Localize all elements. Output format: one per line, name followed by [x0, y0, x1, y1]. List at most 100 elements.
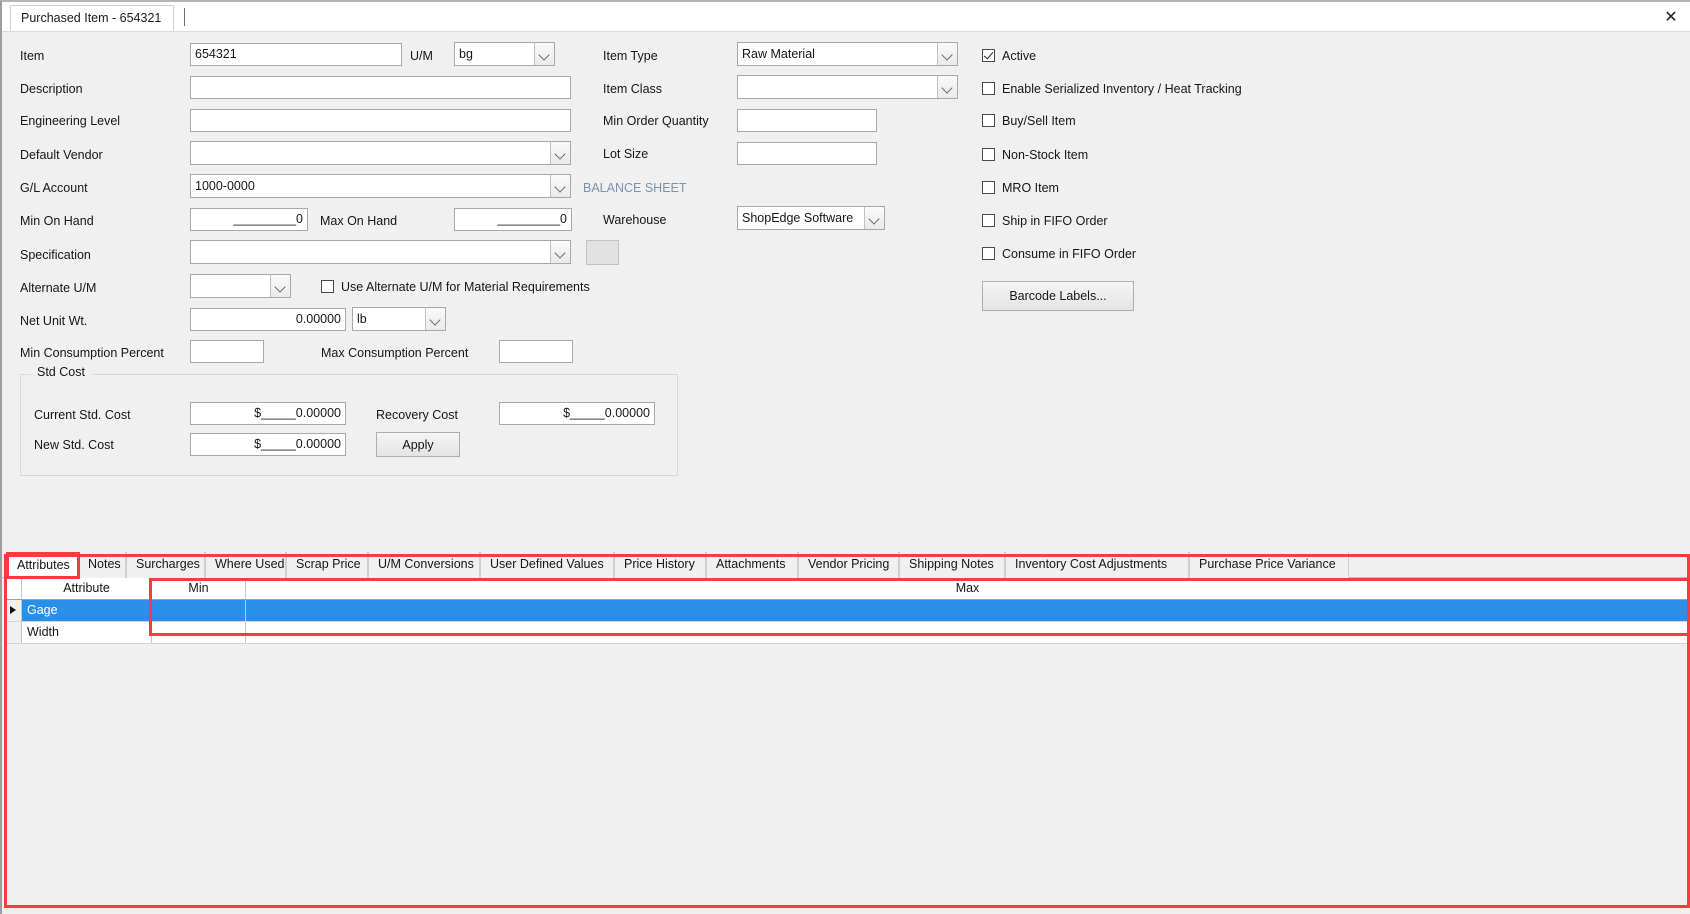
tab-purchase-price-variance[interactable]: Purchase Price Variance: [1189, 552, 1349, 578]
current-std-cost-input[interactable]: $_____0.00000: [190, 402, 346, 425]
net-unit-wt-input[interactable]: 0.00000: [190, 308, 346, 331]
tab-notes-label: Notes: [88, 557, 121, 571]
default-vendor-combobox[interactable]: [190, 141, 571, 165]
lot-size-label: Lot Size: [603, 147, 649, 161]
barcode-labels-button[interactable]: Barcode Labels...: [982, 281, 1134, 311]
max-on-hand-input[interactable]: _________0: [454, 208, 572, 231]
lot-size-input[interactable]: [737, 142, 877, 165]
min-consumption-percent-input[interactable]: [190, 340, 264, 363]
cell-max[interactable]: [246, 600, 1690, 621]
tab-inventory-cost-adjustments-label: Inventory Cost Adjustments: [1015, 557, 1168, 571]
tab-price-history[interactable]: Price History: [614, 552, 706, 578]
checkbox-icon[interactable]: [321, 280, 334, 293]
tab-attachments-label: Attachments: [716, 557, 786, 571]
tab-inventory-cost-adjustments[interactable]: Inventory Cost Adjustments: [1005, 552, 1189, 578]
cell-attribute[interactable]: Width: [22, 622, 152, 643]
table-row[interactable]: Gage: [4, 600, 1690, 622]
tab-shipping-notes[interactable]: Shipping Notes: [899, 552, 1005, 578]
checkbox-non-stock-item[interactable]: Non-Stock Item: [982, 146, 1088, 164]
chevron-down-icon[interactable]: [425, 308, 445, 330]
warehouse-combobox[interactable]: ShopEdge Software: [737, 206, 885, 230]
tab-attributes[interactable]: Attributes: [7, 552, 78, 578]
specification-label: Specification: [20, 248, 91, 262]
gl-account-label: G/L Account: [20, 181, 88, 195]
grid-header-row: Attribute Min Max: [4, 578, 1690, 600]
gl-account-combobox[interactable]: 1000-0000: [190, 174, 571, 198]
checkbox-mro-item[interactable]: MRO Item: [982, 179, 1059, 197]
checkbox-icon[interactable]: [982, 114, 995, 127]
tab-surcharges[interactable]: Surcharges: [126, 552, 205, 578]
tab-text-caret: [184, 8, 185, 26]
tab-attributes-label: Attributes: [17, 558, 70, 572]
chevron-down-icon[interactable]: [550, 241, 570, 263]
tab-user-defined-values[interactable]: User Defined Values: [480, 552, 614, 578]
cell-min[interactable]: [152, 622, 246, 643]
checkbox-consume-in-fifo-order-label: Consume in FIFO Order: [1002, 247, 1137, 261]
tab-notes[interactable]: Notes: [78, 552, 126, 578]
tab-vendor-pricing[interactable]: Vendor Pricing: [798, 552, 899, 578]
chevron-down-icon[interactable]: [937, 76, 957, 98]
item-input[interactable]: 654321: [190, 43, 402, 66]
close-icon[interactable]: ✕: [1660, 6, 1682, 28]
checkbox-active[interactable]: Active: [982, 47, 1036, 65]
checkbox-enable-serialized-inventory-label: Enable Serialized Inventory / Heat Track…: [1002, 82, 1242, 96]
engineering-level-input[interactable]: [190, 109, 571, 132]
um-label: U/M: [410, 49, 433, 63]
document-tab-purchased-item[interactable]: Purchased Item - 654321: [10, 5, 175, 31]
checkbox-buy-sell-item[interactable]: Buy/Sell Item: [982, 112, 1076, 130]
tab-um-conversions[interactable]: U/M Conversions: [368, 552, 480, 578]
max-consumption-percent-label: Max Consumption Percent: [321, 346, 469, 360]
tab-attachments[interactable]: Attachments: [706, 552, 798, 578]
checkbox-icon[interactable]: [982, 82, 995, 95]
checkbox-ship-in-fifo-order[interactable]: Ship in FIFO Order: [982, 212, 1108, 230]
checkbox-icon[interactable]: [982, 148, 995, 161]
min-on-hand-input[interactable]: _________0: [190, 208, 308, 231]
chevron-down-icon[interactable]: [550, 175, 570, 197]
apply-button[interactable]: Apply: [376, 432, 460, 457]
tab-where-used[interactable]: Where Used: [205, 552, 286, 578]
table-row[interactable]: Width: [4, 622, 1690, 644]
current-std-cost-label: Current Std. Cost: [34, 408, 131, 422]
specification-combobox[interactable]: [190, 240, 571, 264]
tab-price-history-label: Price History: [624, 557, 695, 571]
grid-column-header-attribute[interactable]: Attribute: [22, 578, 152, 599]
max-consumption-percent-input[interactable]: [499, 340, 573, 363]
chevron-down-icon[interactable]: [864, 207, 884, 229]
checkbox-consume-in-fifo-order[interactable]: Consume in FIFO Order: [982, 245, 1136, 263]
specification-browse-button[interactable]: [586, 240, 619, 265]
row-selector-cell[interactable]: [4, 600, 22, 621]
um-combobox[interactable]: bg: [454, 42, 555, 66]
cell-attribute[interactable]: Gage: [22, 600, 152, 621]
recovery-cost-label: Recovery Cost: [376, 408, 458, 422]
net-unit-wt-uom-combobox[interactable]: lb: [352, 307, 446, 331]
item-class-combobox[interactable]: [737, 75, 958, 99]
checkbox-icon[interactable]: [982, 49, 995, 62]
grid-column-header-min[interactable]: Min: [152, 578, 246, 599]
checkbox-icon[interactable]: [982, 181, 995, 194]
checkbox-enable-serialized-inventory[interactable]: Enable Serialized Inventory / Heat Track…: [982, 80, 1242, 98]
chevron-down-icon[interactable]: [937, 43, 957, 65]
row-selector-cell[interactable]: [4, 622, 22, 643]
recovery-cost-input[interactable]: $_____0.00000: [499, 402, 655, 425]
new-std-cost-input[interactable]: $_____0.00000: [190, 433, 346, 456]
cell-max[interactable]: [246, 622, 1690, 643]
checkbox-ship-in-fifo-order-label: Ship in FIFO Order: [1002, 214, 1108, 228]
chevron-down-icon[interactable]: [270, 275, 290, 297]
chevron-down-icon[interactable]: [550, 142, 570, 164]
alternate-um-label: Alternate U/M: [20, 281, 97, 295]
detail-tab-bar: Attributes Notes Surcharges Where Used S…: [2, 550, 1690, 578]
item-type-combobox[interactable]: Raw Material: [737, 42, 958, 66]
grid-column-header-max[interactable]: Max: [246, 578, 1690, 599]
use-alternate-um-checkbox[interactable]: Use Alternate U/M for Material Requireme…: [321, 278, 590, 296]
checkbox-icon[interactable]: [982, 247, 995, 260]
tab-scrap-price-label: Scrap Price: [296, 557, 361, 571]
checkbox-icon[interactable]: [982, 214, 995, 227]
tab-surcharges-label: Surcharges: [136, 557, 200, 571]
min-order-quantity-input[interactable]: [737, 109, 877, 132]
tab-scrap-price[interactable]: Scrap Price: [286, 552, 368, 578]
std-cost-group-title: Std Cost: [33, 365, 89, 379]
cell-min[interactable]: [152, 600, 246, 621]
description-input[interactable]: [190, 76, 571, 99]
alternate-um-combobox[interactable]: [190, 274, 291, 298]
chevron-down-icon[interactable]: [534, 43, 554, 65]
